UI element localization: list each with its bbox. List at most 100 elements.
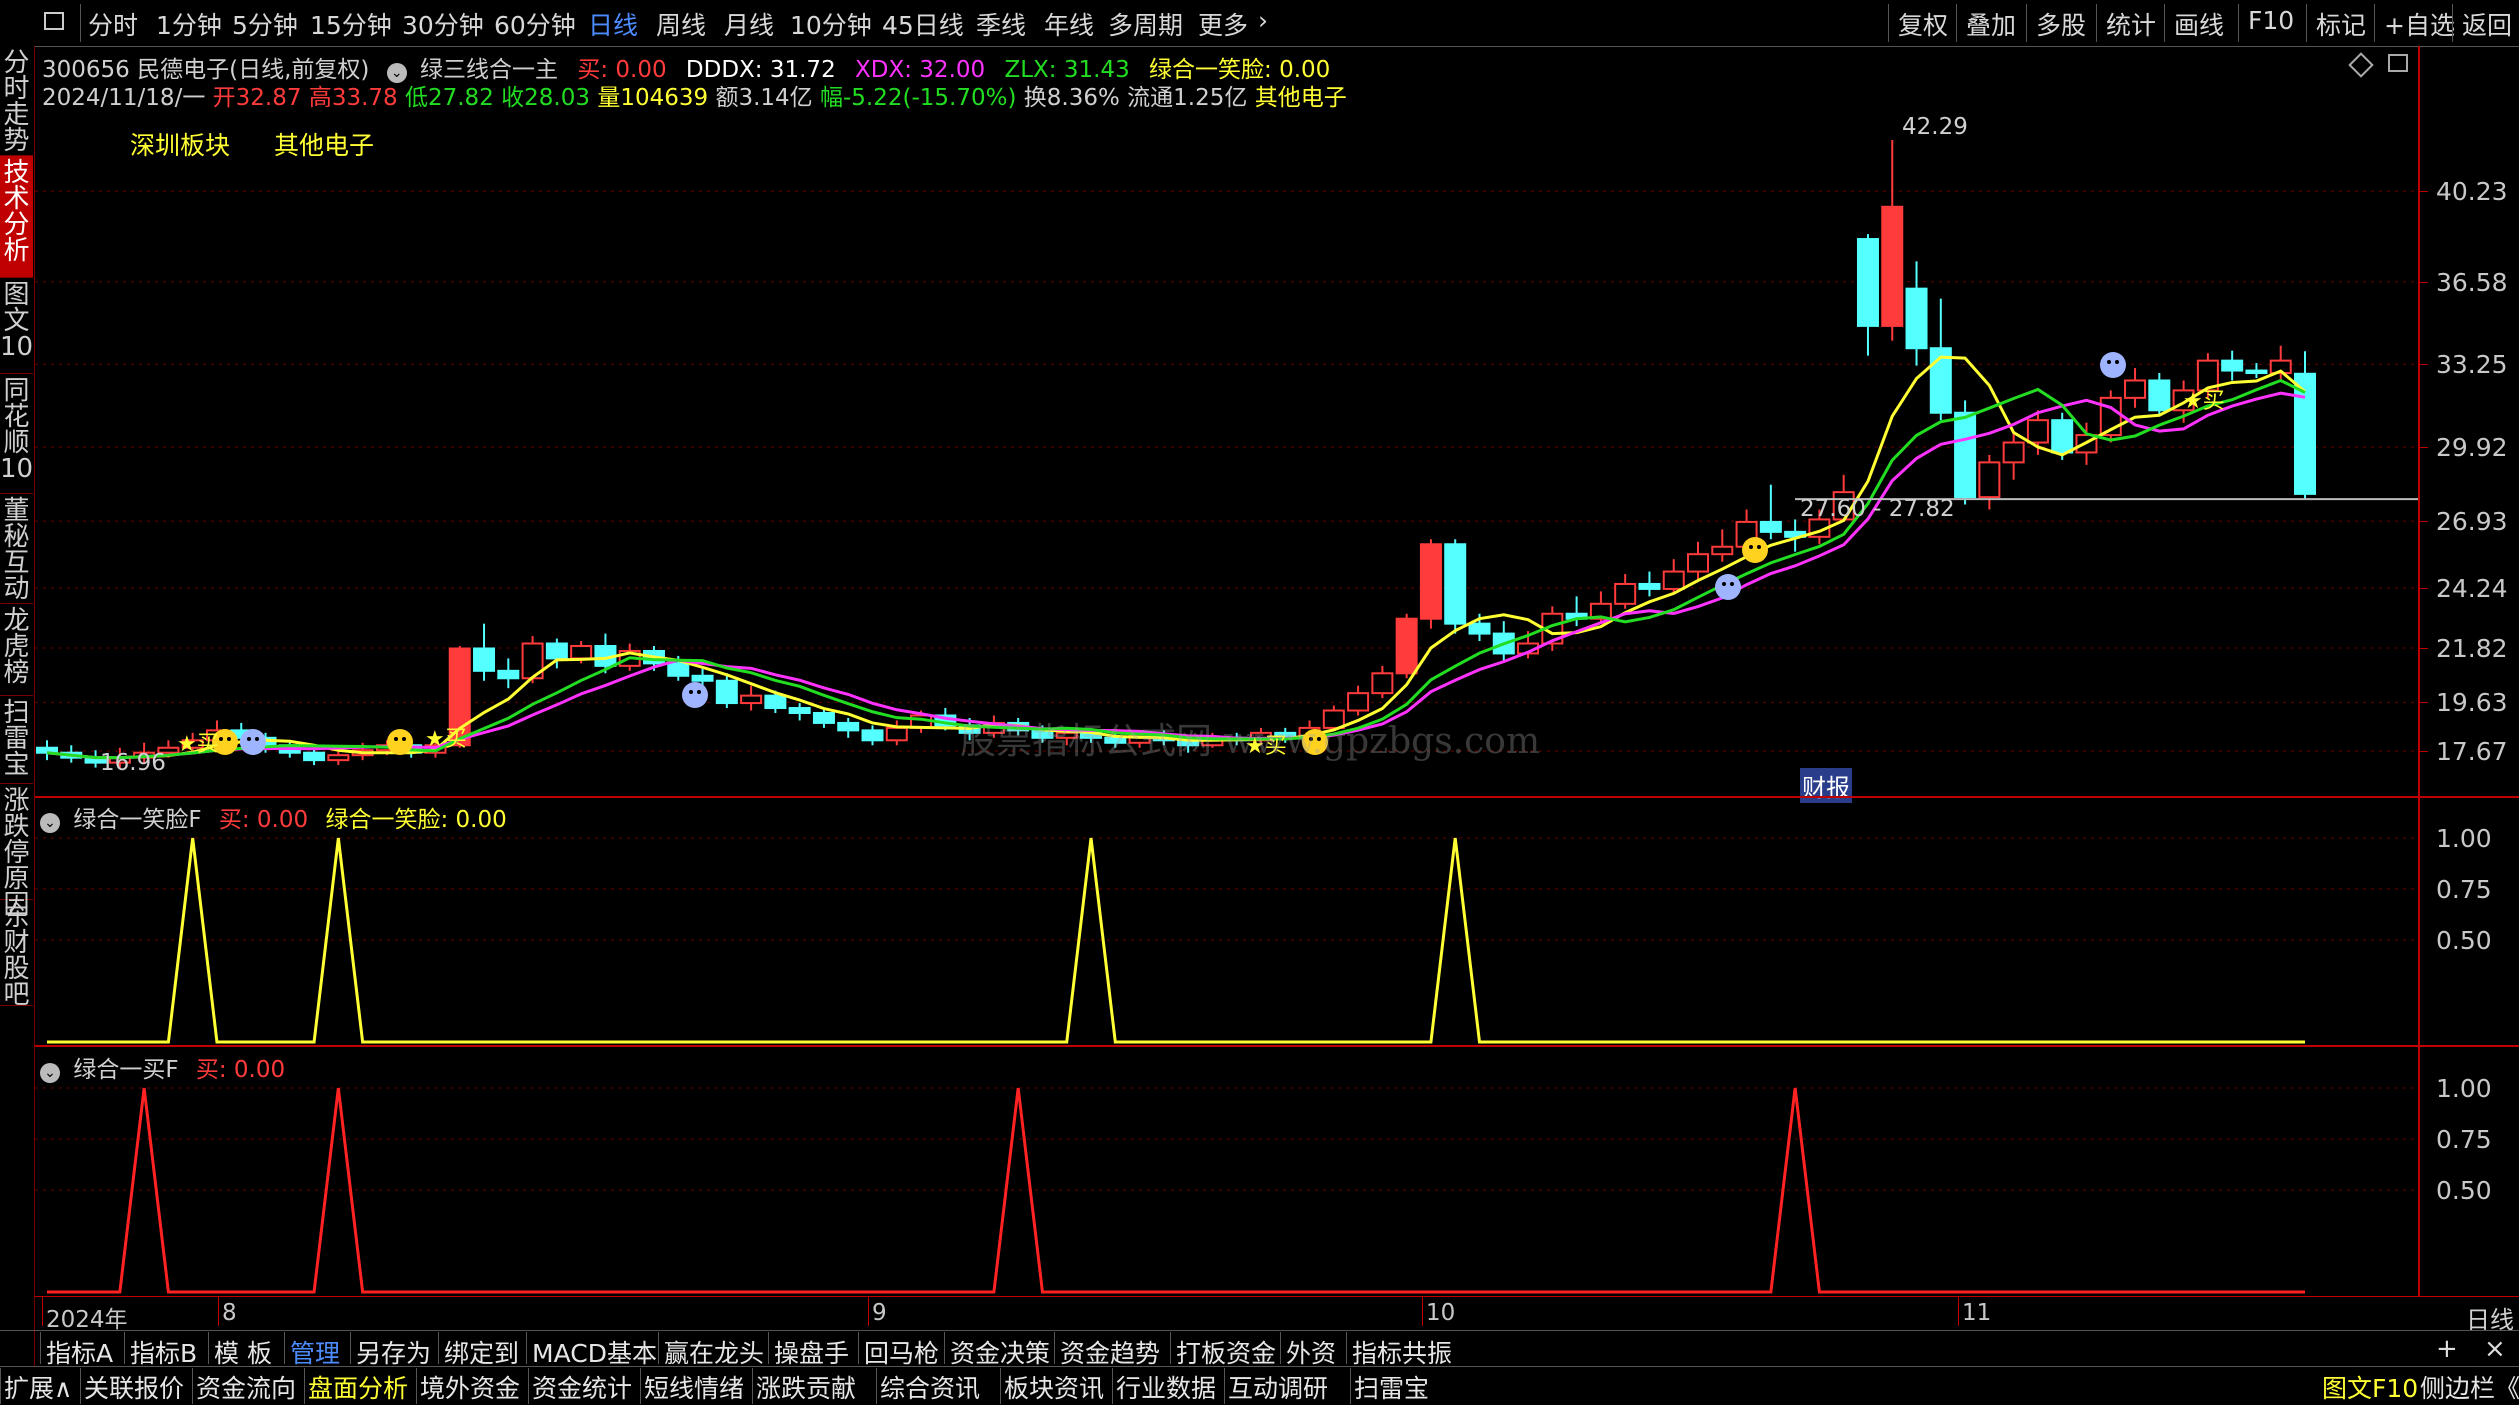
- toolbar-button-2[interactable]: 多股: [2036, 6, 2086, 42]
- indicator-tab-3[interactable]: 管理: [290, 1334, 340, 1370]
- sad-face-icon: [2100, 352, 2126, 378]
- candle-body: [715, 679, 738, 705]
- candle-body: [1419, 543, 1442, 620]
- indicator-tab-1[interactable]: 指标B: [130, 1334, 197, 1370]
- candle-body: [1395, 617, 1418, 675]
- toolbar-button-7[interactable]: +自选: [2384, 6, 2455, 42]
- indicator-tab-8[interactable]: 操盘手: [774, 1334, 849, 1370]
- function-tab-8[interactable]: 综合资讯: [880, 1369, 980, 1405]
- function-tab-2[interactable]: 资金流向: [196, 1369, 296, 1405]
- function-tab-4[interactable]: 境外资金: [420, 1369, 520, 1405]
- candle-body: [1954, 411, 1977, 499]
- period-tab-3[interactable]: 15分钟: [310, 6, 392, 42]
- left-tab-8[interactable]: 东财股吧: [0, 900, 33, 1008]
- function-tab-3[interactable]: 盘面分析: [308, 1369, 408, 1405]
- indicator-tab-7[interactable]: 赢在龙头: [664, 1334, 764, 1370]
- indicator-tab-5[interactable]: 绑定到: [444, 1334, 519, 1370]
- period-tab-8[interactable]: 月线: [724, 6, 774, 42]
- toolbar-button-3[interactable]: 统计: [2106, 6, 2156, 42]
- function-tab-1[interactable]: 关联报价: [84, 1369, 184, 1405]
- x-tick: [868, 1296, 869, 1326]
- period-tab-1[interactable]: 1分钟: [156, 6, 222, 42]
- chevron-right-icon[interactable]: ›: [1258, 6, 1268, 35]
- buy-star-tag: ★买: [425, 727, 467, 752]
- function-tab-7[interactable]: 涨跌贡献: [756, 1369, 856, 1405]
- period-tab-6[interactable]: 日线: [588, 6, 638, 42]
- function-tab-9[interactable]: 板块资讯: [1004, 1369, 1104, 1405]
- toolbar-button-8[interactable]: 返回: [2462, 6, 2512, 42]
- divider: [528, 1368, 529, 1404]
- divider: [284, 1332, 285, 1364]
- indicator-tab-11[interactable]: 资金趋势: [1060, 1334, 1160, 1370]
- left-tab-0[interactable]: 分时走势: [0, 46, 33, 156]
- indicator-tab-4[interactable]: 另存为: [356, 1334, 431, 1370]
- left-tab-4[interactable]: 董秘互动: [0, 494, 33, 604]
- indicator-tab-0[interactable]: 指标A: [46, 1334, 113, 1370]
- left-tab-1[interactable]: 技术分析: [0, 156, 33, 278]
- left-tab-5[interactable]: 龙虎榜: [0, 604, 33, 696]
- divider: [192, 1368, 193, 1404]
- bottom-right-button-1[interactable]: 侧边栏《: [2420, 1369, 2519, 1405]
- panel-toggle-icon[interactable]: [2388, 54, 2408, 72]
- candle-body: [861, 729, 884, 742]
- function-tab-5[interactable]: 资金统计: [532, 1369, 632, 1405]
- candle-body: [1905, 287, 1928, 350]
- indicator-tab-14[interactable]: 指标共振: [1352, 1334, 1452, 1370]
- left-tab-2[interactable]: 图文10: [0, 278, 33, 374]
- sad-face-icon: [240, 729, 266, 755]
- period-tab-13[interactable]: 多周期: [1108, 6, 1183, 42]
- period-tab-5[interactable]: 60分钟: [494, 6, 576, 42]
- toolbar-button-0[interactable]: 复权: [1898, 6, 1948, 42]
- toolbar-button-4[interactable]: 画线: [2174, 6, 2224, 42]
- left-tab-3[interactable]: 同花顺10: [0, 374, 33, 494]
- y-tick-label: 0.75: [2436, 875, 2492, 904]
- period-tab-4[interactable]: 30分钟: [402, 6, 484, 42]
- low-mark: 16.96: [100, 750, 166, 776]
- indicator-tab-12[interactable]: 打板资金: [1176, 1334, 1276, 1370]
- left-tab-7[interactable]: 涨跌停原因: [0, 784, 33, 918]
- divider: [40, 1332, 41, 1364]
- range-mark: 27.60 - 27.82: [1800, 496, 1955, 522]
- candlestick-chart[interactable]: ★买 ★买 ★买★买: [35, 100, 2420, 800]
- function-tab-6[interactable]: 短线情绪: [644, 1369, 744, 1405]
- smile-face-icon: [387, 729, 413, 755]
- function-tab-11[interactable]: 互动调研: [1228, 1369, 1328, 1405]
- diamond-icon[interactable]: [2348, 52, 2374, 78]
- indicator-tab-6[interactable]: MACD基本: [532, 1334, 657, 1370]
- pane-divider: [35, 1045, 2519, 1047]
- y-tick-label: 40.23: [2436, 177, 2508, 207]
- window-icon[interactable]: [44, 12, 64, 30]
- left-tab-rail: 分时走势 技术分析 图文10 同花顺10 董秘互动 龙虎榜 扫雷宝 涨跌停原因 东财股吧: [0, 46, 35, 1366]
- divider: [2026, 4, 2027, 42]
- function-tab-10[interactable]: 行业数据: [1116, 1369, 1216, 1405]
- indicator-tab-10[interactable]: 资金决策: [950, 1334, 1050, 1370]
- indicator-tab-9[interactable]: 回马枪: [864, 1334, 939, 1370]
- indicator-tab-13[interactable]: 外资: [1286, 1334, 1336, 1370]
- period-tab-9[interactable]: 10分钟: [790, 6, 872, 42]
- function-tab-12[interactable]: 扫雷宝: [1354, 1369, 1429, 1405]
- period-tab-0[interactable]: 分时: [88, 6, 138, 42]
- candle-body: [1687, 553, 1710, 573]
- candle-body: [1711, 545, 1734, 556]
- divider: [1888, 4, 1889, 42]
- close-icon[interactable]: ×: [2484, 1334, 2506, 1364]
- add-icon[interactable]: +: [2436, 1334, 2458, 1364]
- divider: [304, 1368, 305, 1404]
- indicator-tab-2[interactable]: 模 板: [214, 1334, 272, 1370]
- period-tab-14[interactable]: 更多: [1198, 6, 1248, 42]
- bottom-right-button-0[interactable]: 图文F10: [2322, 1369, 2418, 1405]
- period-tab-2[interactable]: 5分钟: [232, 6, 298, 42]
- toolbar-button-6[interactable]: 标记: [2316, 6, 2366, 42]
- left-tab-6[interactable]: 扫雷宝: [0, 696, 33, 784]
- toolbar-button-5[interactable]: F10: [2248, 6, 2294, 35]
- divider: [1112, 1368, 1113, 1404]
- period-tab-11[interactable]: 季线: [976, 6, 1026, 42]
- period-tab-7[interactable]: 周线: [656, 6, 706, 42]
- y-tick-label: 19.63: [2436, 688, 2508, 718]
- period-tab-12[interactable]: 年线: [1044, 6, 1094, 42]
- period-tab-10[interactable]: 45日线: [882, 6, 964, 42]
- divider: [2306, 4, 2307, 42]
- toolbar-button-1[interactable]: 叠加: [1966, 6, 2016, 42]
- divider: [876, 1368, 877, 1404]
- function-tab-0[interactable]: 扩展∧: [4, 1369, 72, 1405]
